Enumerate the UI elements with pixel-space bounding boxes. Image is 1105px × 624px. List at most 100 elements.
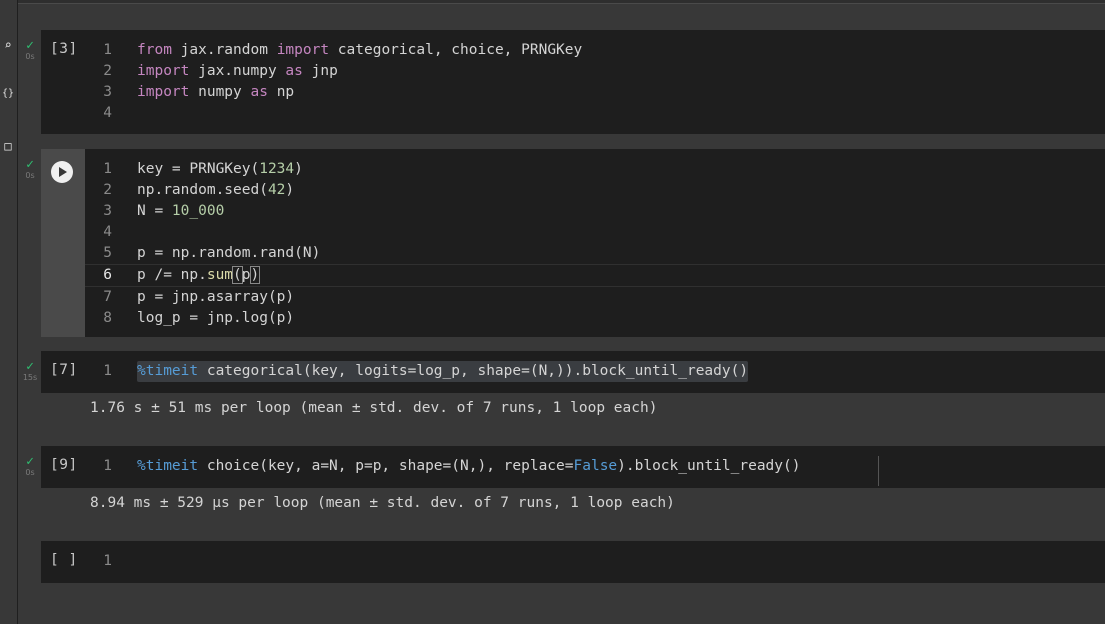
line-number: 4 (103, 105, 112, 121)
cell-gutter: [ ] (41, 541, 85, 583)
code-token: np.random.seed( (137, 182, 268, 198)
execution-duration: 0s (25, 52, 35, 61)
code-token: jnp (302, 63, 338, 79)
code-line[interactable]: 1 from jax.random import categorical, cho… (85, 40, 1105, 61)
check-icon: ✓ (26, 454, 34, 469)
code-cell-active[interactable]: ✓ 0s 1 key = PRNGKey(1234) 2 np.random.see… (25, 149, 1105, 337)
code-token: ) (294, 161, 303, 177)
run-cell-button[interactable] (51, 161, 73, 183)
matched-bracket: ( (232, 266, 243, 284)
code-line[interactable]: 8 log_p = jnp.log(p) (85, 308, 1105, 329)
cell-status: ✓ 0s (21, 39, 39, 62)
code-line[interactable]: 1 (85, 551, 1105, 572)
code-token: ).block_until_ready() (617, 458, 801, 474)
code-token: jax.random (171, 42, 277, 58)
code-editor[interactable]: 1 %timeit categorical(key, logits=log_p, … (85, 361, 1105, 382)
code-line[interactable]: 2 import jax.numpy as jnp (85, 61, 1105, 82)
line-number: 6 (103, 267, 112, 283)
line-number: 5 (103, 245, 112, 261)
line-number: 1 (103, 161, 112, 177)
code-line[interactable]: 3 import numpy as np (85, 82, 1105, 103)
line-number: 2 (103, 63, 112, 79)
magic-command-token: %timeit (137, 363, 199, 379)
execution-count: [9] (50, 457, 78, 473)
line-number: 1 (103, 553, 112, 569)
check-icon: ✓ (26, 157, 34, 172)
code-line[interactable]: 7 p = jnp.asarray(p) (85, 287, 1105, 308)
cell-status: ✓ 15s (21, 360, 39, 383)
code-token: key = PRNGKey( (137, 161, 260, 177)
text-cursor (259, 267, 261, 283)
code-token: p = np.random.rand(N) (137, 245, 321, 261)
left-sidebar: ⌕ {} □ (0, 0, 18, 624)
code-line[interactable]: 1 %timeit categorical(key, logits=log_p, … (85, 361, 1105, 382)
execution-duration: 0s (25, 468, 35, 477)
line-number: 8 (103, 310, 112, 326)
matched-bracket: ) (249, 266, 261, 284)
line-number: 1 (103, 42, 112, 58)
code-token: np (267, 84, 295, 100)
code-cell[interactable]: ✓ 0s [3] 1 from jax.random import categor… (25, 30, 1105, 134)
cell-gutter: [9] (41, 446, 85, 488)
number-token: 42 (267, 182, 286, 198)
line-number: 1 (103, 363, 112, 379)
code-cell[interactable]: ✓ 0s [9] 1 %timeit choice(key, a=N, p=p, … (25, 446, 1105, 488)
cell-output: 8.94 ms ± 529 µs per loop (mean ± std. d… (90, 495, 675, 511)
line-number: 1 (103, 458, 112, 474)
code-editor[interactable]: 1 key = PRNGKey(1234) 2 np.random.seed(42)… (85, 159, 1105, 329)
variables-icon[interactable]: {} (0, 88, 16, 99)
constant-token: False (573, 458, 618, 474)
magic-command-token: %timeit (137, 458, 199, 474)
cell-gutter (41, 149, 85, 337)
execution-count: [ ] (50, 552, 78, 568)
code-line[interactable]: 5 p = np.random.rand(N) (85, 243, 1105, 264)
number-token: 10_000 (171, 203, 225, 219)
code-editor[interactable]: 1 from jax.random import categorical, cho… (85, 40, 1105, 124)
code-token: numpy (189, 84, 251, 100)
search-icon[interactable]: ⌕ (0, 38, 16, 52)
files-icon[interactable]: □ (0, 139, 16, 153)
check-icon: ✓ (26, 359, 34, 374)
line-number: 4 (103, 224, 112, 240)
code-editor[interactable]: 1 (85, 551, 1105, 572)
number-token: 1234 (259, 161, 295, 177)
code-line[interactable]: 3 N = 10_000 (85, 201, 1105, 222)
code-token: p = jnp.asarray(p) (137, 289, 295, 305)
keyword-token: as (285, 63, 303, 79)
code-token: p (241, 267, 251, 283)
cell-status: ✓ 0s (21, 158, 39, 181)
cell-gutter: [7] (41, 351, 85, 393)
code-line[interactable]: 2 np.random.seed(42) (85, 180, 1105, 201)
line-number: 3 (103, 84, 112, 100)
cell-gutter: [3] (41, 30, 85, 134)
code-token: jax.numpy (189, 63, 286, 79)
line-number: 3 (103, 203, 112, 219)
code-line[interactable]: 4 (85, 222, 1105, 243)
keyword-token: import (137, 84, 190, 100)
code-token: categorical(key, logits=log_p, shape=(N,… (198, 363, 749, 379)
execution-count: [3] (50, 41, 78, 57)
code-token: p /= np. (137, 267, 207, 283)
function-token: sum (206, 267, 234, 283)
code-cell[interactable]: ✓ 15s [7] 1 %timeit categorical(key, logi… (23, 351, 1105, 393)
keyword-token: import (137, 63, 190, 79)
code-line[interactable]: 4 (85, 103, 1105, 124)
keyword-token: import (276, 42, 330, 58)
keyword-token: from (137, 42, 172, 58)
code-cell-empty[interactable]: [ ] 1 (41, 541, 1105, 583)
code-line[interactable]: 1 key = PRNGKey(1234) (85, 159, 1105, 180)
check-icon: ✓ (26, 38, 34, 53)
current-code-line[interactable]: 6 p /= np.sum(p) (85, 264, 1105, 287)
cell-status: ✓ 0s (21, 455, 39, 478)
top-divider (18, 0, 1105, 4)
keyword-token: as (250, 84, 268, 100)
code-line[interactable]: 1 %timeit choice(key, a=N, p=p, shape=(N,… (85, 456, 1105, 477)
code-token: ) (285, 182, 295, 198)
line-number: 2 (103, 182, 112, 198)
ruler-line (878, 456, 879, 486)
code-token: choice(key, a=N, p=p, shape=(N,), replac… (198, 458, 574, 474)
code-token: log_p = jnp.log(p) (137, 310, 295, 326)
execution-count: [7] (50, 362, 78, 378)
execution-duration: 15s (22, 373, 38, 382)
code-editor[interactable]: 1 %timeit choice(key, a=N, p=p, shape=(N,… (85, 456, 1105, 477)
